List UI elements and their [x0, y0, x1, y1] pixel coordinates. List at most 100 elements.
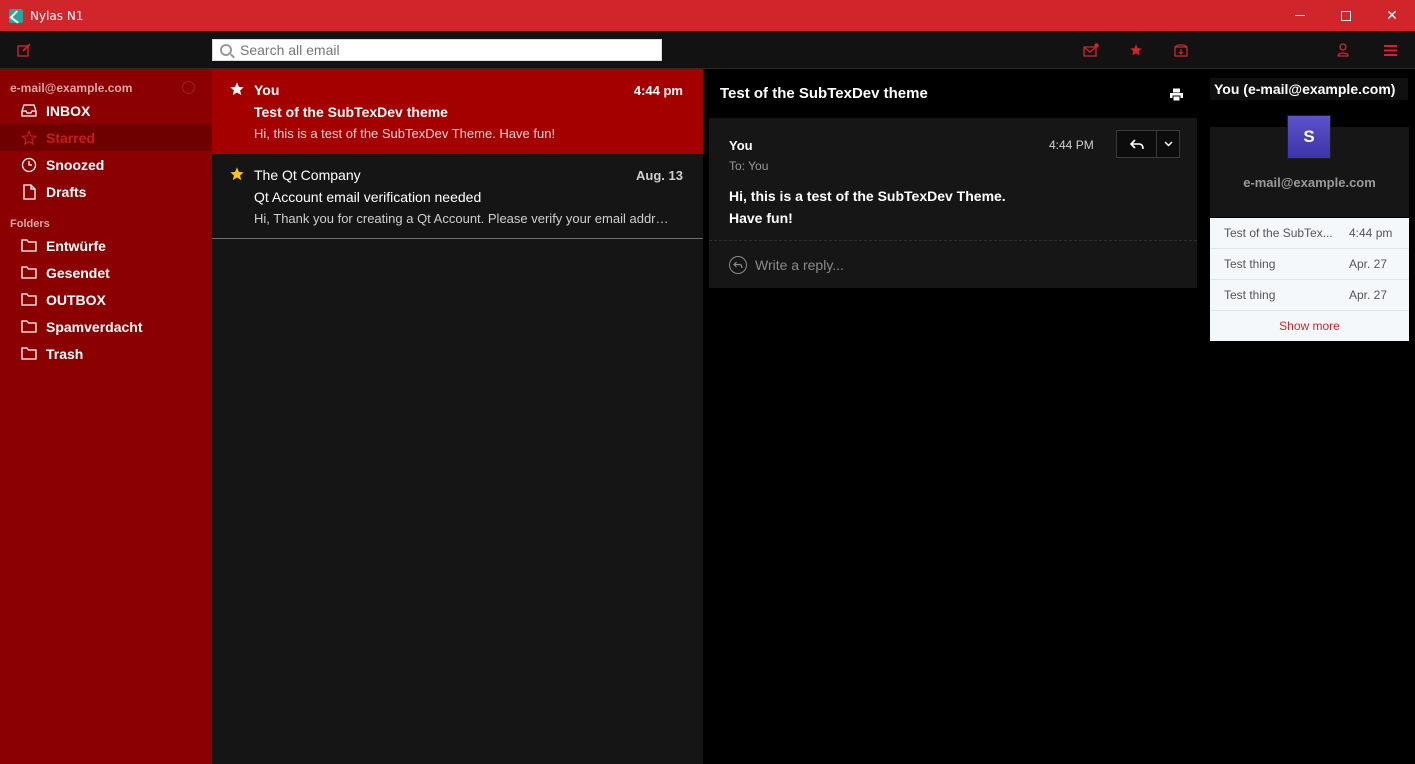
message-time: Aug. 13 [636, 168, 683, 183]
folders-heading: Folders [10, 218, 50, 230]
inbox-icon [20, 102, 38, 120]
sidebar-item-label: Gesendet [46, 264, 110, 281]
draft-icon [20, 183, 38, 201]
sidebar-item-label: Entwürfe [46, 237, 106, 254]
reply-options-button[interactable] [1157, 131, 1179, 157]
reply-icon [1129, 138, 1144, 149]
divider [709, 240, 1197, 241]
list-item[interactable]: You 4:44 pm Test of the SubTexDev theme … [212, 69, 703, 154]
close-icon: ✕ [1386, 7, 1398, 23]
contact-sidebar: You (e-mail@example.com) S e-mail@exampl… [1203, 69, 1415, 764]
folder-icon [20, 345, 38, 363]
message-sender: The Qt Company [254, 167, 361, 183]
sidebar-item-label: Spamverdacht [46, 318, 143, 335]
sidebar-item-gesendet[interactable]: Gesendet [0, 259, 212, 286]
contact-email: e-mail@example.com [1243, 175, 1376, 190]
archive-button[interactable] [1172, 31, 1190, 69]
related-thread-subject: Test thing [1224, 257, 1276, 271]
reply-placeholder: Write a reply... [755, 257, 844, 273]
contact-name[interactable]: You (e-mail@example.com) [1210, 78, 1408, 100]
avatar: S [1287, 115, 1331, 159]
clock-icon [20, 156, 38, 174]
star-outline-icon [20, 129, 38, 147]
message-to: To: You [729, 159, 769, 173]
folder-icon [20, 318, 38, 336]
close-button[interactable]: ✕ [1369, 0, 1415, 31]
sidebar: e-mail@example.com INBOX Starred Snoozed… [0, 69, 212, 764]
window-title: Nylas N1 [30, 8, 84, 23]
search-input[interactable] [240, 42, 640, 58]
sidebar-item-entwurfe[interactable]: Entwürfe [0, 232, 212, 259]
unread-mail-button[interactable] [1081, 31, 1101, 69]
sidebar-item-trash[interactable]: Trash [0, 340, 212, 367]
message-time: 4:44 pm [633, 83, 683, 98]
message-snippet: Hi, Thank you for creating a Qt Account.… [254, 211, 674, 226]
sidebar-item-label: Trash [46, 345, 84, 362]
message-snippet: Hi, this is a test of the SubTexDev Them… [254, 126, 556, 141]
sidebar-item-label: Starred [46, 129, 96, 146]
maximize-icon [1341, 10, 1351, 21]
list-item[interactable]: The Qt Company Aug. 13 Qt Account email … [212, 154, 703, 239]
reply-button[interactable] [1117, 131, 1157, 157]
search-icon [220, 44, 232, 56]
message-body-line: Hi, this is a test of the SubTexDev Them… [729, 188, 1006, 204]
compose-button[interactable] [14, 31, 34, 69]
account-button[interactable] [1335, 31, 1351, 69]
sidebar-item-label: OUTBOX [46, 291, 106, 308]
message-sender: You [254, 82, 280, 98]
related-thread-subject: Test thing [1224, 288, 1276, 302]
sidebar-item-drafts[interactable]: Drafts [0, 178, 212, 205]
account-settings-icon[interactable] [182, 81, 195, 94]
message-actions [1116, 130, 1180, 158]
sidebar-item-starred[interactable]: Starred [0, 124, 212, 151]
related-thread-row[interactable]: Test thing Apr. 27 [1210, 249, 1409, 280]
star-icon[interactable] [229, 166, 245, 187]
reply-box[interactable]: Write a reply... [729, 256, 844, 274]
related-thread-row[interactable]: Test of the SubTex... 4:44 pm [1210, 218, 1409, 249]
sidebar-item-label: Snoozed [46, 156, 105, 173]
sidebar-account-label: e-mail@example.com [10, 81, 133, 95]
sidebar-item-label: INBOX [46, 102, 91, 119]
reply-circle-icon [729, 256, 747, 274]
message-subject: Test of the SubTexDev theme [254, 104, 448, 120]
sidebar-item-label: Drafts [46, 183, 87, 200]
account-icon [1337, 43, 1349, 57]
related-thread-subject: Test of the SubTex... [1224, 226, 1333, 240]
folder-icon [20, 237, 38, 255]
message-body-line: Have fun! [729, 210, 793, 226]
compose-icon [17, 43, 31, 57]
related-thread-date: Apr. 27 [1349, 257, 1388, 271]
minimize-icon [1295, 15, 1305, 16]
show-more-link[interactable]: Show more [1210, 311, 1409, 341]
reading-pane: Test of the SubTexDev theme You To: You … [703, 69, 1203, 764]
app-logo-icon [9, 8, 23, 23]
archive-icon [1174, 43, 1188, 57]
minimize-button[interactable] [1277, 0, 1323, 31]
related-thread-row[interactable]: Test thing Apr. 27 [1210, 280, 1409, 311]
starred-button[interactable] [1127, 31, 1145, 69]
folder-icon [20, 264, 38, 282]
folder-icon [20, 291, 38, 309]
title-bar: Nylas N1 ✕ [0, 0, 1415, 31]
sidebar-item-snoozed[interactable]: Snoozed [0, 151, 212, 178]
message-timestamp: 4:44 PM [1049, 138, 1094, 152]
maximize-button[interactable] [1323, 0, 1369, 31]
message-from: You [729, 138, 753, 153]
sidebar-item-spamverdacht[interactable]: Spamverdacht [0, 313, 212, 340]
menu-button[interactable] [1381, 31, 1399, 69]
related-thread-date: Apr. 27 [1349, 288, 1388, 302]
window-controls: ✕ [1277, 0, 1415, 31]
star-icon[interactable] [229, 81, 245, 102]
sidebar-item-outbox[interactable]: OUTBOX [0, 286, 212, 313]
chevron-down-icon [1163, 141, 1173, 147]
message-list: You 4:44 pm Test of the SubTexDev theme … [212, 69, 703, 764]
menu-icon [1383, 44, 1397, 56]
message-subject: Qt Account email verification needed [254, 189, 482, 205]
star-icon [1130, 44, 1142, 56]
thread-title: Test of the SubTexDev theme [720, 85, 928, 102]
print-icon[interactable] [1169, 88, 1184, 102]
message-card: You To: You 4:44 PM Hi, this is a test o… [709, 118, 1197, 288]
unread-mail-icon [1083, 43, 1099, 57]
search-box[interactable] [212, 39, 662, 61]
sidebar-item-inbox[interactable]: INBOX [0, 97, 212, 124]
